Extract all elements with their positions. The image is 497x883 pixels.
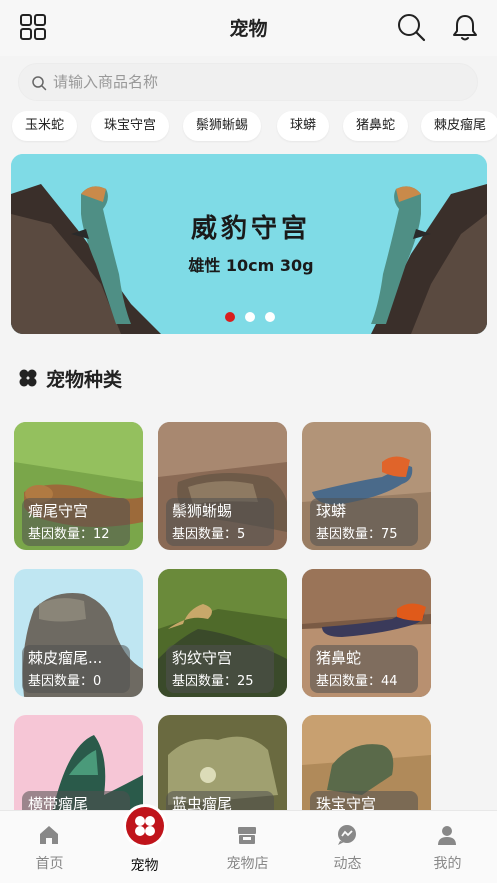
- nav-home[interactable]: 首页: [0, 811, 99, 883]
- pet-card[interactable]: 球蟒 基因数量：75: [302, 422, 431, 550]
- home-icon: [40, 826, 58, 844]
- gene-count: 基因数量：0: [28, 674, 102, 689]
- pet-info: 球蟒 基因数量：75: [310, 498, 418, 546]
- search-icon[interactable]: [396, 12, 426, 42]
- chip-spiny-tail[interactable]: 棘皮瘤尾: [421, 111, 497, 141]
- pet-card[interactable]: 猪鼻蛇 基因数量：44: [302, 569, 431, 697]
- message-icon: [338, 825, 356, 845]
- nav-label: 宠物店: [226, 856, 269, 872]
- chip-bearded-dragon[interactable]: 鬃狮蜥蜴: [183, 111, 262, 141]
- gene-count: 基因数量：12: [28, 527, 110, 542]
- chip-hognose-snake[interactable]: 猪鼻蛇: [343, 111, 409, 141]
- chip-jewel-gecko[interactable]: 珠宝守宫: [91, 111, 170, 141]
- nav-moments[interactable]: 动态: [298, 811, 397, 883]
- chip-corn-snake[interactable]: 玉米蛇: [12, 111, 78, 141]
- nav-label: 我的: [433, 856, 462, 872]
- pet-name: 瘤尾守宫: [28, 502, 89, 520]
- gene-count: 基因数量：44: [316, 674, 398, 689]
- nav-label: 宠物: [130, 858, 159, 874]
- nav-store[interactable]: 宠物店: [198, 811, 297, 883]
- category-icon: [19, 369, 37, 387]
- gene-count: 基因数量：75: [316, 527, 398, 542]
- bell-icon[interactable]: [450, 12, 480, 42]
- pet-icon: [135, 816, 155, 836]
- carousel-dot[interactable]: [265, 312, 275, 322]
- pet-info: 豹纹守宫 基因数量：25: [166, 645, 274, 693]
- pet-name: 鬃狮蜥蜴: [172, 502, 233, 520]
- search-input-icon: [32, 76, 47, 91]
- banner-title: 威豹守宫: [190, 214, 311, 244]
- pet-name: 猪鼻蛇: [316, 649, 362, 667]
- search-input[interactable]: [53, 64, 453, 100]
- carousel-dot[interactable]: [245, 312, 255, 322]
- pet-info: 猪鼻蛇 基因数量：44: [310, 645, 418, 693]
- pet-page: 宠物 玉米蛇 珠宝守宫 鬃狮蜥蜴 球蟒 猪鼻蛇 棘皮瘤尾: [0, 0, 497, 883]
- search-bar[interactable]: [18, 63, 478, 101]
- pet-nav-icon-bg[interactable]: [126, 807, 164, 845]
- pet-name: 豹纹守宫: [172, 649, 233, 667]
- banner-subtitle: 雄性 10cm 30g: [188, 256, 314, 275]
- pet-card[interactable]: 棘皮瘤尾... 基因数量：0: [14, 569, 143, 697]
- carousel-dot-active[interactable]: [225, 312, 235, 322]
- carousel-dots: [225, 312, 285, 324]
- section-title: 宠物种类: [46, 369, 123, 391]
- top-bar: 宠物: [0, 0, 497, 56]
- category-chips: 玉米蛇 珠宝守宫 鬃狮蜥蜴 球蟒 猪鼻蛇 棘皮瘤尾: [0, 111, 497, 145]
- pet-info: 瘤尾守宫 基因数量：12: [22, 498, 130, 546]
- user-icon: [438, 826, 456, 845]
- pet-card[interactable]: 鬃狮蜥蜴 基因数量：5: [158, 422, 287, 550]
- chip-ball-python[interactable]: 球蟒: [277, 111, 330, 141]
- pet-info: 棘皮瘤尾... 基因数量：0: [22, 645, 130, 693]
- pet-name: 棘皮瘤尾...: [28, 649, 103, 667]
- bottom-nav: 首页 宠物 宠物店 动态 我的: [0, 810, 497, 883]
- pet-info: 鬃狮蜥蜴 基因数量：5: [166, 498, 274, 546]
- nav-label: 首页: [35, 856, 64, 872]
- promo-banner[interactable]: 威豹守宫 雄性 10cm 30g: [11, 154, 487, 334]
- pet-card[interactable]: 豹纹守宫 基因数量：25: [158, 569, 287, 697]
- pet-name: 球蟒: [316, 502, 347, 520]
- gene-count: 基因数量：25: [172, 674, 254, 689]
- gene-count: 基因数量：5: [172, 527, 246, 542]
- pet-card[interactable]: 瘤尾守宫 基因数量：12: [14, 422, 143, 550]
- store-icon: [238, 827, 256, 844]
- nav-profile[interactable]: 我的: [398, 811, 497, 883]
- nav-label: 动态: [333, 856, 362, 872]
